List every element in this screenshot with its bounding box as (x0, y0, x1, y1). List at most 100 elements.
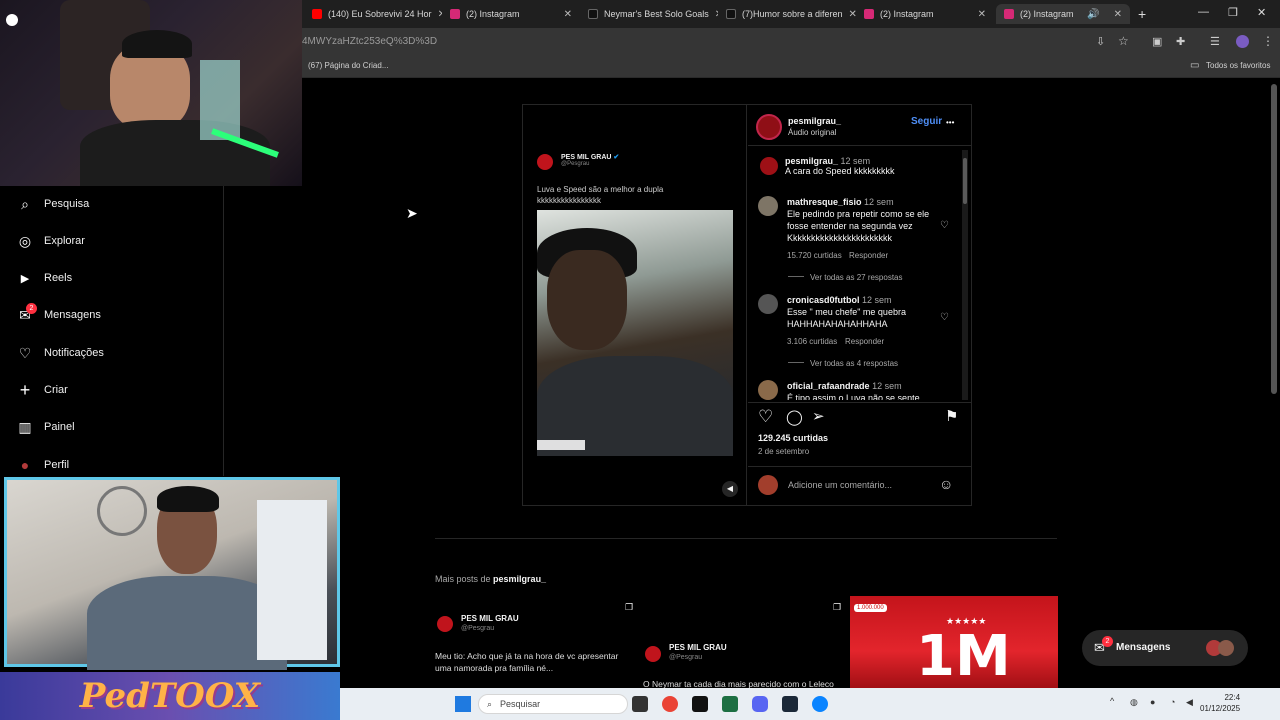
scrollbar-thumb[interactable] (963, 158, 967, 204)
tweet-card: PES MIL GRAU ✔ @Pesgrau Luva e Speed são… (537, 150, 733, 206)
compass-icon: ◎ (18, 232, 32, 249)
nav-item-explore[interactable]: ◎ Explorar (16, 229, 85, 253)
tile-big-text: 1M (916, 624, 1011, 688)
post-author-avatar[interactable] (756, 114, 782, 140)
heading-user[interactable]: pesmilgrau_ (493, 574, 546, 584)
nav-label: Perfil (44, 459, 70, 471)
microphone-icon[interactable]: ● (1150, 697, 1155, 707)
network-icon[interactable]: ◍ (1130, 697, 1138, 708)
menu-kebab-icon[interactable]: ⋮ (1262, 34, 1274, 48)
nav-item-reels[interactable]: ▶ Reels (16, 266, 72, 290)
restore-icon[interactable]: ❐ (1228, 6, 1238, 19)
tiktok-icon[interactable] (692, 696, 708, 712)
browser-tab[interactable]: (140) Eu Sobrevivi 24 Hor ✕ (304, 4, 442, 24)
extension-icon[interactable]: ▣ (1152, 35, 1162, 48)
replies-line (788, 362, 804, 363)
comment-avatar[interactable] (758, 294, 778, 314)
volume-icon[interactable]: ◀ (1186, 697, 1193, 708)
close-icon[interactable]: ✕ (1108, 9, 1122, 20)
install-app-icon[interactable]: ⇩ (1096, 35, 1105, 48)
grid-post[interactable]: PES MIL GRAU @Pesgrau Meu tio: Acho que … (435, 596, 641, 688)
speaker-icon[interactable]: 🔊 (1081, 9, 1099, 20)
mute-icon[interactable]: ◀ (722, 481, 738, 497)
dashboard-icon: ▥ (18, 418, 32, 435)
close-icon[interactable]: ✕ (432, 9, 442, 20)
shirt (80, 120, 270, 186)
window-close-icon[interactable]: ✕ (1257, 6, 1266, 19)
nav-item-create[interactable]: + Criar (16, 378, 68, 402)
save-bookmark-icon[interactable]: ⚑ (945, 407, 958, 425)
nav-item-dashboard[interactable]: ▥ Painel (16, 415, 74, 439)
tile-avatar (645, 646, 661, 662)
taskbar-clock[interactable]: 22:4 01/12/2025 (1200, 692, 1240, 714)
nav-item-messages[interactable]: ✉ 2 Mensagens (16, 302, 101, 327)
nav-item-profile[interactable]: ● Perfil (16, 453, 69, 477)
task-view-icon[interactable] (632, 696, 648, 712)
edge-icon[interactable] (812, 696, 828, 712)
nav-item-notifications[interactable]: ♡ Notificações (16, 341, 104, 365)
reply-button[interactable]: Responder (845, 337, 884, 346)
nav-item-search[interactable]: ⌕ Pesquisa (16, 192, 89, 216)
emoji-icon[interactable]: ☺ (939, 476, 953, 492)
new-tab-button[interactable]: + (1138, 6, 1146, 22)
guest-webcam (4, 477, 340, 670)
browser-tab[interactable]: (2) Instagram ✕ (442, 4, 580, 24)
browser-tab[interactable]: (7)Humor sobre a diferen ✕ (718, 4, 856, 24)
like-comment-icon[interactable]: ♡ (940, 312, 949, 323)
likes-count[interactable]: 129.245 curtidas (758, 433, 828, 443)
comment-user[interactable]: mathresque_fisio (787, 197, 862, 207)
media-controls-icon[interactable]: ☰ (1210, 35, 1220, 48)
page-scrollbar[interactable] (1271, 84, 1277, 394)
grid-post[interactable]: 1.000.000 ★★★★★ 1M (850, 596, 1058, 688)
clock-time: 22:4 (1224, 693, 1241, 702)
follow-button[interactable]: Seguir (911, 116, 942, 127)
bookmark-item[interactable]: (67) Página do Criad... (308, 61, 389, 70)
comment-avatar[interactable] (760, 157, 778, 175)
cap (122, 30, 192, 58)
audio-label[interactable]: Áudio original (788, 128, 836, 137)
comment-user[interactable]: oficial_rafaandrade (787, 381, 870, 391)
messages-pill[interactable]: ✉ 2 Mensagens (1082, 630, 1248, 666)
tweet-handle: @Pesgrau (561, 161, 590, 167)
streamer-webcam (0, 0, 302, 186)
video-frame[interactable] (537, 210, 733, 456)
browser-tab[interactable]: (2) Instagram ✕ (856, 4, 994, 24)
comment-likes[interactable]: 15.720 curtidas (787, 251, 842, 260)
chrome-icon[interactable] (662, 696, 678, 712)
close-icon[interactable]: ✕ (843, 9, 856, 20)
comment-avatar[interactable] (758, 380, 778, 400)
close-icon[interactable]: ✕ (972, 9, 986, 20)
view-replies-button[interactable]: Ver todas as 27 respostas (810, 273, 903, 282)
post-author-name[interactable]: pesmilgrau_ (788, 116, 841, 126)
comment-user[interactable]: pesmilgrau_ (785, 156, 838, 166)
browser-tab[interactable]: Neymar's Best Solo Goals ✕ (580, 4, 718, 24)
like-heart-icon[interactable]: ♡ (758, 407, 773, 427)
view-replies-button[interactable]: Ver todas as 4 respostas (810, 359, 898, 368)
comment-input[interactable]: Adicione um comentário... (788, 480, 892, 490)
wifi-icon[interactable]: ◔ (1170, 697, 1175, 707)
bookmark-star-icon[interactable]: ☆ (1118, 34, 1129, 48)
close-icon[interactable]: ✕ (558, 9, 572, 20)
taskbar-search[interactable]: ⌕ Pesquisar (478, 694, 628, 714)
all-bookmarks[interactable]: Todos os favoritos (1206, 61, 1270, 70)
reply-button[interactable]: Responder (849, 251, 888, 260)
minimize-icon[interactable]: — (1198, 6, 1209, 18)
tray-chevron-icon[interactable]: ^ (1110, 696, 1114, 706)
puzzle-icon[interactable]: ✚ (1176, 35, 1185, 48)
windows-start-icon[interactable] (455, 696, 471, 712)
comment-bubble-icon[interactable]: ◯ (786, 408, 803, 426)
steam-icon[interactable] (782, 696, 798, 712)
excel-icon[interactable] (722, 696, 738, 712)
discord-icon[interactable] (752, 696, 768, 712)
close-icon[interactable]: ✕ (709, 9, 718, 20)
comment-user[interactable]: cronicasd0futbol (787, 295, 860, 305)
comment-likes[interactable]: 3.106 curtidas (787, 337, 837, 346)
more-options-icon[interactable]: ••• (946, 118, 954, 127)
profile-icon[interactable] (1236, 35, 1249, 48)
share-icon[interactable]: ➢ (812, 407, 825, 425)
grid-post[interactable]: PES MIL GRAU @Pesgrau O Neymar ta cada d… (643, 596, 849, 689)
comment-avatar[interactable] (758, 196, 778, 216)
like-comment-icon[interactable]: ♡ (940, 220, 949, 231)
url-field[interactable]: 4MWYzaHZtc253eQ%3D%3D (302, 36, 437, 47)
browser-tab-active[interactable]: (2) Instagram 🔊 ✕ (996, 4, 1130, 24)
